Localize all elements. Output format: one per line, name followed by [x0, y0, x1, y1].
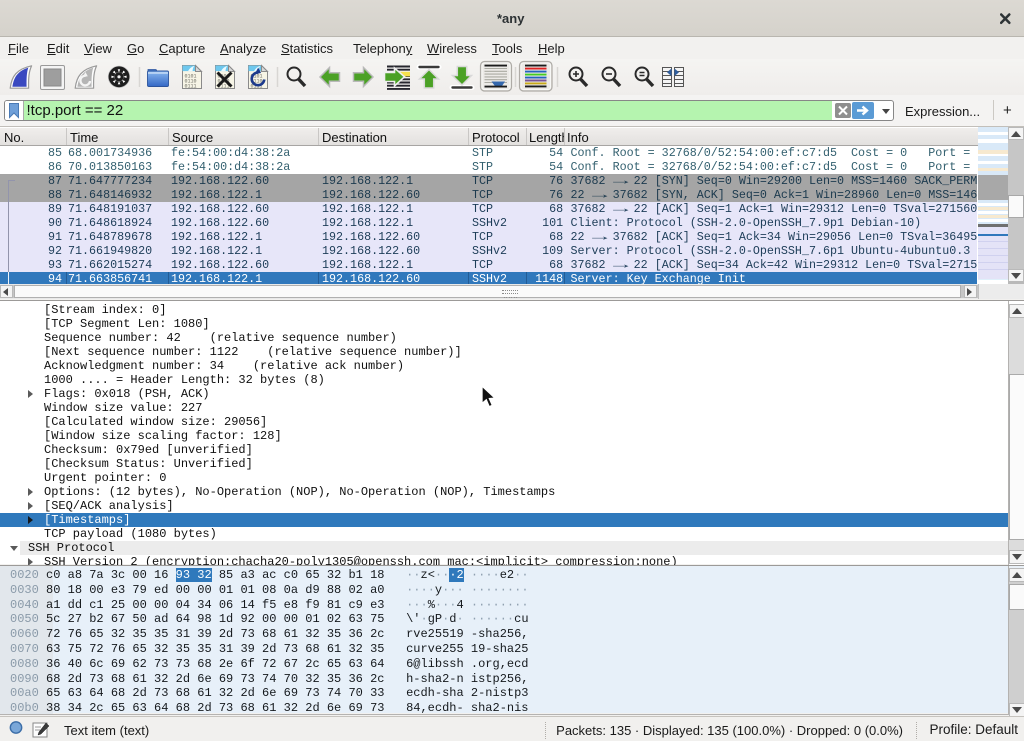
svg-text:0111: 0111 [185, 84, 197, 90]
